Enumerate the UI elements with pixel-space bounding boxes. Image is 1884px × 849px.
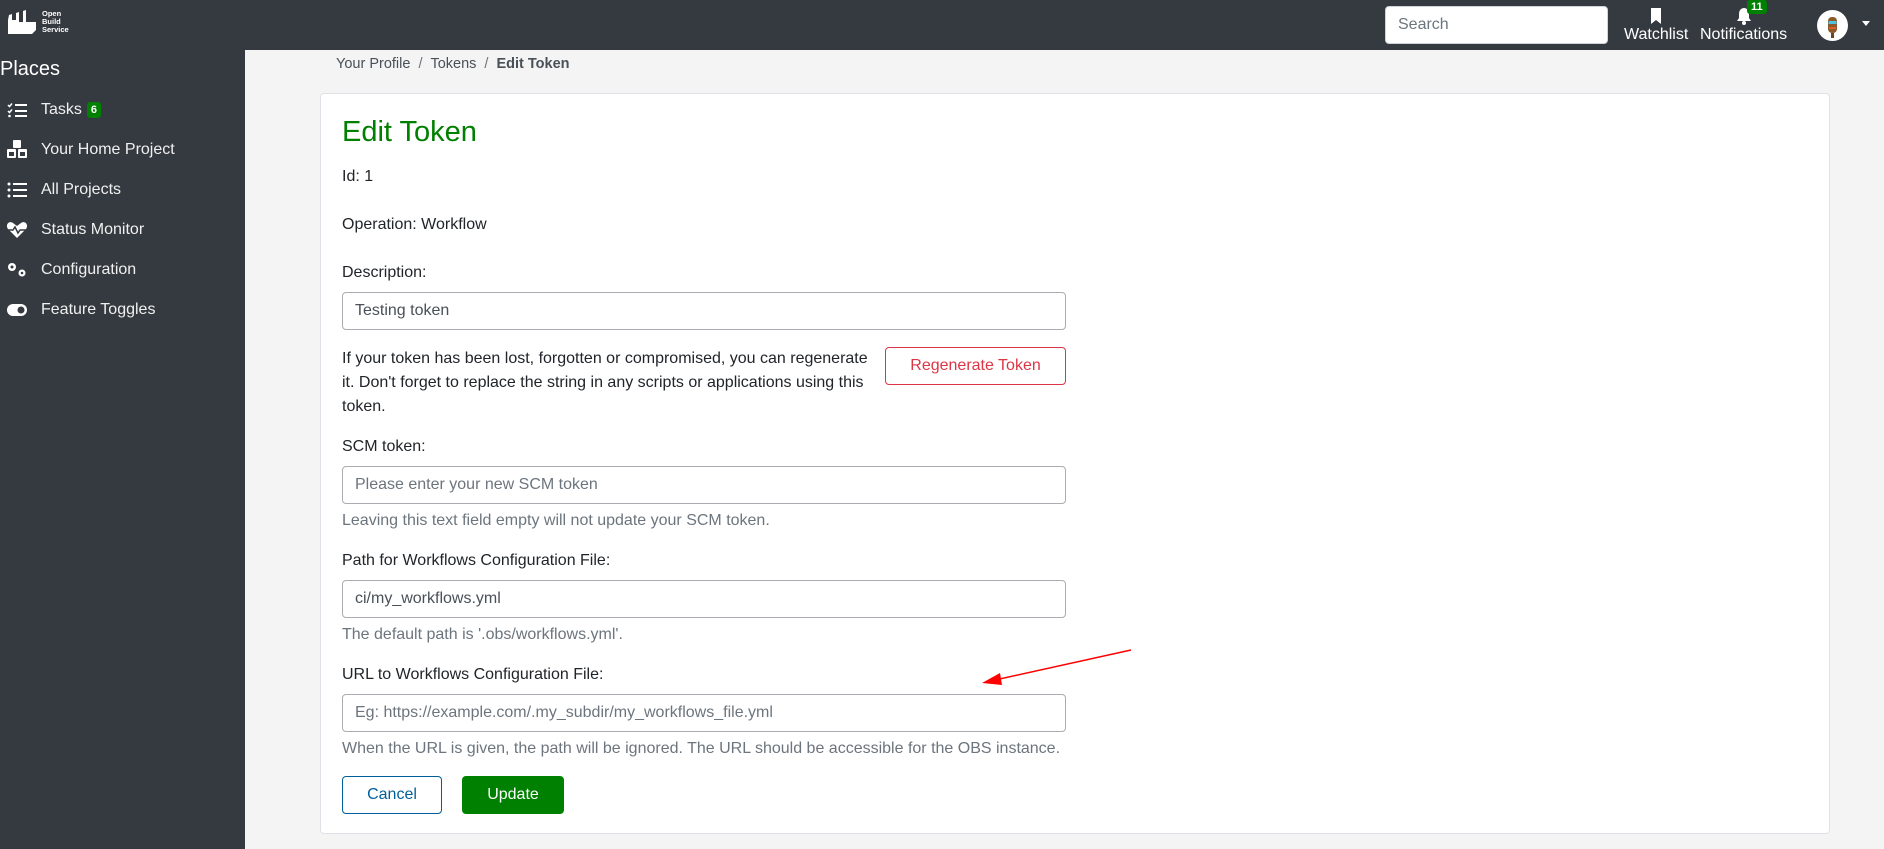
user-avatar[interactable] <box>1817 10 1848 41</box>
sidebar-item-status-monitor[interactable]: Status Monitor <box>0 210 245 250</box>
regenerate-token-button[interactable]: Regenerate Token <box>885 347 1066 385</box>
workflow-url-input[interactable] <box>342 694 1066 732</box>
bookmark-icon <box>1651 8 1662 24</box>
notifications-link[interactable]: 11 Notifications <box>1700 0 1788 44</box>
toggle-icon <box>3 303 31 317</box>
sidebar-item-feature-toggles[interactable]: Feature Toggles <box>0 290 245 330</box>
edit-token-card: Edit Token Id: 1 Operation: Workflow Des… <box>320 93 1830 834</box>
sidebar-item-label: Status Monitor <box>41 221 145 238</box>
breadcrumb: Your Profile / Tokens / Edit Token <box>336 56 570 72</box>
list-icon <box>3 182 31 198</box>
watchlist-link[interactable]: Watchlist <box>1624 6 1688 44</box>
tasks-icon <box>3 102 31 118</box>
breadcrumb-active: Edit Token <box>496 56 570 72</box>
breadcrumb-separator: / <box>418 56 423 72</box>
notifications-count-badge: 11 <box>1747 0 1767 14</box>
tasks-count-badge: 6 <box>86 102 102 118</box>
scm-token-help: Leaving this text field empty will not u… <box>342 512 770 529</box>
breadcrumb-tokens[interactable]: Tokens <box>430 56 476 72</box>
sidebar: Places Tasks 6 Your Home Project All Pro… <box>0 50 245 849</box>
user-menu-caret-icon[interactable] <box>1862 21 1870 26</box>
robot-avatar-icon <box>1828 17 1837 38</box>
description-input[interactable] <box>342 292 1066 330</box>
cogs-icon <box>3 262 31 278</box>
notifications-label: Notifications <box>1700 26 1788 43</box>
scm-token-label: SCM token: <box>342 438 426 455</box>
logo-text: Open Build Service <box>42 9 69 34</box>
breadcrumb-separator: / <box>484 56 489 72</box>
breadcrumb-your-profile[interactable]: Your Profile <box>336 56 410 72</box>
workflow-path-input[interactable] <box>342 580 1066 618</box>
sidebar-item-label: Feature Toggles <box>41 301 156 318</box>
factory-logo-icon <box>8 10 36 34</box>
sidebar-item-home-project[interactable]: Your Home Project <box>0 130 245 170</box>
regenerate-help-text: If your token has been lost, forgotten o… <box>342 350 868 415</box>
workflow-path-help: The default path is '.obs/workflows.yml'… <box>342 626 623 643</box>
token-operation: Operation: Workflow <box>342 216 487 233</box>
heartbeat-icon <box>3 221 31 239</box>
sidebar-item-label: Tasks <box>41 101 82 118</box>
scm-token-input[interactable] <box>342 466 1066 504</box>
sidebar-item-label: Your Home Project <box>41 141 175 158</box>
sidebar-item-configuration[interactable]: Configuration <box>0 250 245 290</box>
description-label: Description: <box>342 264 427 281</box>
watchlist-label: Watchlist <box>1624 26 1689 43</box>
sidebar-item-label: All Projects <box>41 181 122 198</box>
page-title: Edit Token <box>342 116 477 148</box>
workflow-url-label: URL to Workflows Configuration File: <box>342 666 604 683</box>
sidebar-item-all-projects[interactable]: All Projects <box>0 170 245 210</box>
update-button[interactable]: Update <box>462 776 564 814</box>
obs-logo[interactable]: Open Build Service <box>6 8 69 36</box>
sidebar-item-tasks[interactable]: Tasks 6 <box>0 90 245 130</box>
cubes-icon <box>3 140 31 160</box>
workflow-path-label: Path for Workflows Configuration File: <box>342 552 611 569</box>
token-id: Id: 1 <box>342 168 374 185</box>
sidebar-item-label: Configuration <box>41 261 137 278</box>
cancel-button[interactable]: Cancel <box>342 776 442 814</box>
search-input[interactable] <box>1385 6 1608 44</box>
workflow-url-help: When the URL is given, the path will be … <box>342 740 1061 757</box>
sidebar-title: Places <box>0 58 61 80</box>
top-navbar: Open Build Service Watchlist 11 Notifica… <box>0 0 1884 50</box>
